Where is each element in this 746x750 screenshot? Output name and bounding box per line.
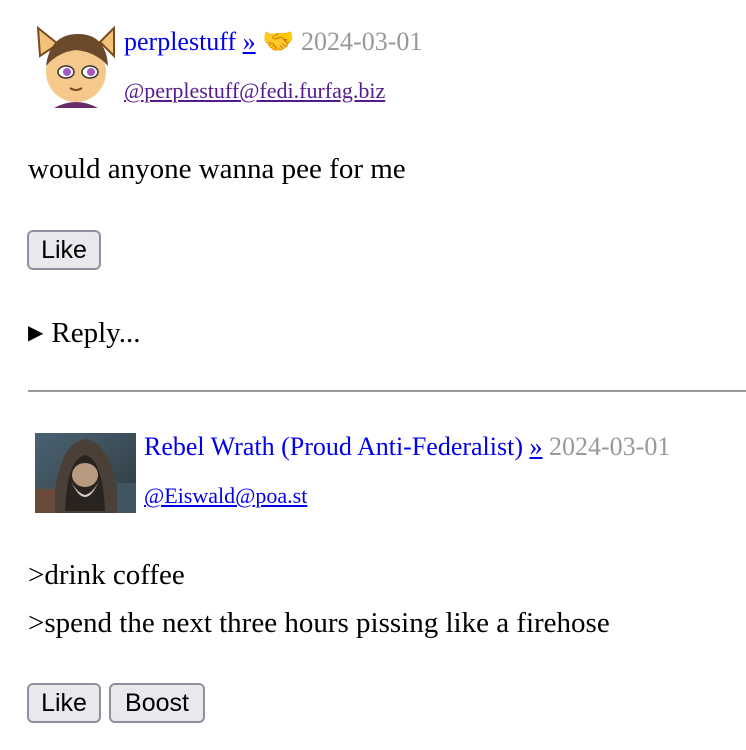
- like-button[interactable]: Like: [27, 683, 101, 723]
- author-handle: @Eiswald@poa.st: [144, 483, 307, 509]
- boost-button[interactable]: Boost: [109, 683, 205, 723]
- author-avatar[interactable]: [35, 433, 136, 513]
- post-date: 2024-03-01: [549, 432, 671, 461]
- post-2: Rebel Wrath (Proud Anti-Federalist) » 20…: [0, 0, 746, 750]
- post-body-line: >spend the next three hours pissing like…: [28, 607, 610, 639]
- author-profile-arrow[interactable]: »: [530, 432, 543, 461]
- author-handle-link[interactable]: @Eiswald@poa.st: [144, 483, 307, 508]
- author-name-link[interactable]: Rebel Wrath (Proud Anti-Federalist): [144, 432, 523, 461]
- post-body-line: >drink coffee: [28, 559, 185, 591]
- author-line: Rebel Wrath (Proud Anti-Federalist) » 20…: [144, 432, 670, 462]
